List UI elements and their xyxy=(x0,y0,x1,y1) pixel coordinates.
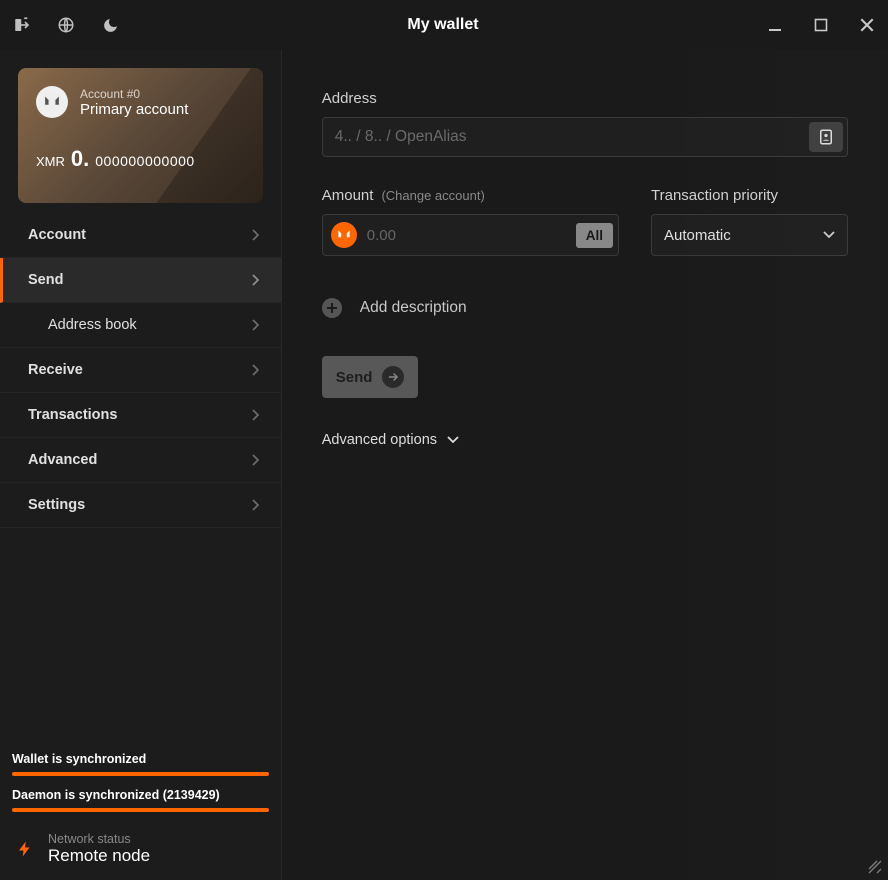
chevron-right-icon xyxy=(251,274,259,286)
add-description-button[interactable]: Add description xyxy=(322,298,848,318)
plus-icon xyxy=(322,298,342,318)
nav-address-book[interactable]: Address book xyxy=(0,303,281,348)
amount-input[interactable] xyxy=(357,227,576,244)
chevron-right-icon xyxy=(251,409,259,421)
address-input[interactable] xyxy=(323,118,805,156)
account-card[interactable]: Account #0 Primary account XMR 0. 000000… xyxy=(18,68,263,203)
network-status[interactable]: Network status Remote node xyxy=(12,832,269,866)
account-number: Account #0 xyxy=(80,87,188,101)
balance: XMR 0. 000000000000 xyxy=(36,146,245,172)
advanced-options-toggle[interactable]: Advanced options xyxy=(322,432,848,448)
nav-settings[interactable]: Settings xyxy=(0,483,281,528)
chevron-right-icon xyxy=(251,454,259,466)
maximize-button[interactable] xyxy=(812,16,830,34)
change-account-link[interactable]: (Change account) xyxy=(381,188,484,203)
main-content: Address Amount (Change account) All xyxy=(282,50,888,880)
priority-label: Transaction priority xyxy=(651,187,848,204)
daemon-sync-status: Daemon is synchronized (2139429) xyxy=(12,788,269,802)
chevron-right-icon xyxy=(251,499,259,511)
monero-logo-icon xyxy=(36,86,68,118)
minimize-button[interactable] xyxy=(766,16,784,34)
resize-handle-icon[interactable] xyxy=(866,858,882,874)
wallet-sync-bar xyxy=(12,772,269,776)
window-title: My wallet xyxy=(120,16,766,34)
nav-transactions[interactable]: Transactions xyxy=(0,393,281,438)
address-book-button[interactable] xyxy=(809,122,843,152)
bolt-icon xyxy=(16,834,34,864)
sidebar: Account #0 Primary account XMR 0. 000000… xyxy=(0,50,282,880)
chevron-down-icon xyxy=(823,231,835,239)
send-button[interactable]: Send xyxy=(322,356,419,398)
chevron-right-icon xyxy=(251,319,259,331)
arrow-right-icon xyxy=(382,366,404,388)
nav-send[interactable]: Send xyxy=(0,258,281,303)
daemon-sync-bar xyxy=(12,808,269,812)
nav-receive[interactable]: Receive xyxy=(0,348,281,393)
chevron-right-icon xyxy=(251,229,259,241)
priority-select[interactable]: Automatic xyxy=(651,214,848,256)
globe-icon[interactable] xyxy=(56,15,76,35)
account-name: Primary account xyxy=(80,101,188,118)
monero-icon xyxy=(331,222,357,248)
nav-advanced[interactable]: Advanced xyxy=(0,438,281,483)
address-label: Address xyxy=(322,90,848,107)
close-button[interactable] xyxy=(858,16,876,34)
logout-icon[interactable] xyxy=(12,15,32,35)
chevron-right-icon xyxy=(251,364,259,376)
chevron-down-icon xyxy=(447,436,459,444)
all-button[interactable]: All xyxy=(576,223,613,248)
amount-label: Amount xyxy=(322,187,374,204)
wallet-sync-status: Wallet is synchronized xyxy=(12,752,269,766)
nav-account[interactable]: Account xyxy=(0,213,281,258)
moon-icon[interactable] xyxy=(100,15,120,35)
